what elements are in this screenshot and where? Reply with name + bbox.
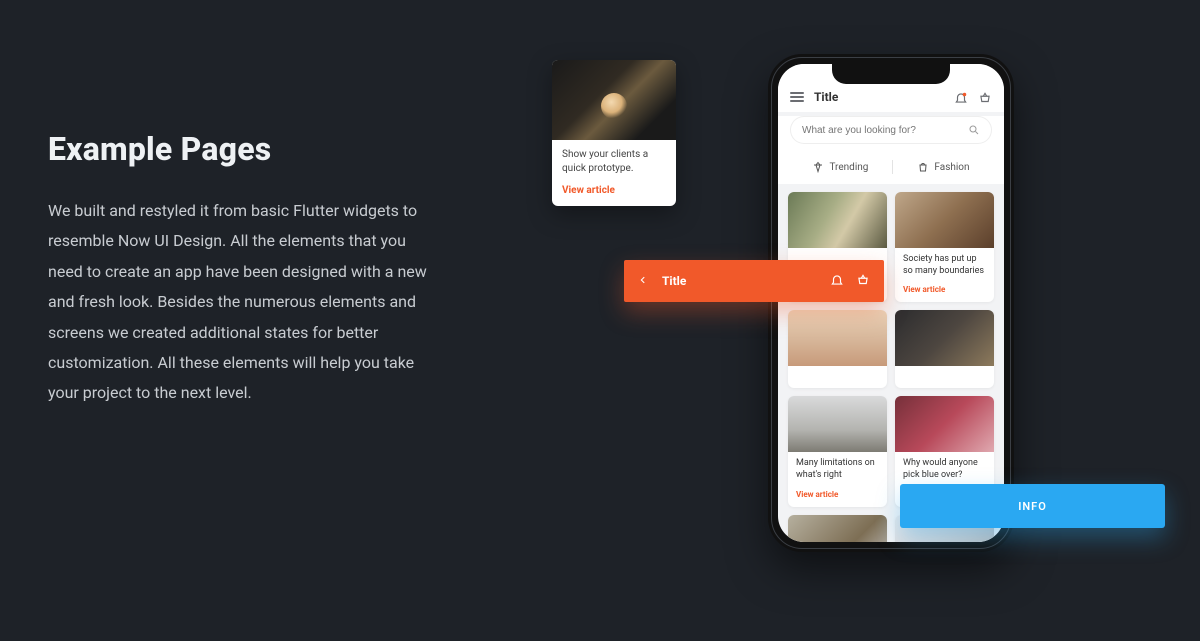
card-image xyxy=(895,396,994,452)
section-text: Example Pages We built and restyled it f… xyxy=(48,130,428,409)
card-image xyxy=(788,515,887,542)
list-item[interactable]: View art xyxy=(788,515,887,542)
card-title: Why would anyone pick blue over? xyxy=(903,458,986,481)
card-image xyxy=(788,310,887,366)
tab-trending-label: Trending xyxy=(829,162,868,173)
floating-title-bar[interactable]: Title xyxy=(624,260,884,302)
tab-divider xyxy=(892,160,893,174)
card-title: Society has put up so many boundaries xyxy=(903,254,986,277)
list-item[interactable]: Society has put up so many boundaries Vie… xyxy=(895,192,994,302)
floating-article-card[interactable]: Show your clients a quick prototype. Vie… xyxy=(552,60,676,206)
card-image xyxy=(552,60,676,140)
phone-mockup: Title Trending xyxy=(768,54,1014,552)
search-field[interactable] xyxy=(790,116,992,144)
section-heading: Example Pages xyxy=(48,130,428,168)
list-item[interactable]: Many limitations on what's right View art… xyxy=(788,396,887,506)
bell-icon[interactable] xyxy=(830,273,844,290)
basket-icon[interactable] xyxy=(978,90,992,104)
card-link[interactable]: View article xyxy=(796,490,879,499)
search-icon[interactable] xyxy=(968,121,980,140)
search-input[interactable] xyxy=(802,125,968,136)
floating-bar-title: Title xyxy=(662,274,830,288)
card-text: Show your clients a quick prototype. xyxy=(562,148,666,175)
bell-icon[interactable] xyxy=(954,90,968,104)
card-image xyxy=(895,192,994,248)
list-item[interactable] xyxy=(788,310,887,388)
card-link[interactable]: View article xyxy=(903,285,986,294)
card-link[interactable]: View article xyxy=(562,185,666,196)
diamond-icon xyxy=(812,161,824,173)
info-button[interactable]: INFO xyxy=(900,484,1165,528)
back-icon[interactable] xyxy=(638,273,648,290)
tab-trending[interactable]: Trending xyxy=(812,160,868,174)
tab-fashion-label: Fashion xyxy=(934,162,969,173)
card-image xyxy=(895,310,994,366)
bag-icon xyxy=(917,161,929,173)
category-tabs: Trending Fashion xyxy=(778,154,1004,184)
card-title: Many limitations on what's right xyxy=(796,458,879,481)
basket-icon[interactable] xyxy=(856,273,870,290)
phone-screen: Title Trending xyxy=(778,64,1004,542)
card-image xyxy=(788,396,887,452)
tab-fashion[interactable]: Fashion xyxy=(917,160,969,174)
app-title: Title xyxy=(814,90,944,104)
list-item[interactable] xyxy=(895,310,994,388)
section-body: We built and restyled it from basic Flut… xyxy=(48,196,428,409)
info-button-label: INFO xyxy=(1018,500,1047,513)
phone-notch xyxy=(832,60,950,84)
menu-icon[interactable] xyxy=(790,92,804,102)
card-image xyxy=(788,192,887,248)
